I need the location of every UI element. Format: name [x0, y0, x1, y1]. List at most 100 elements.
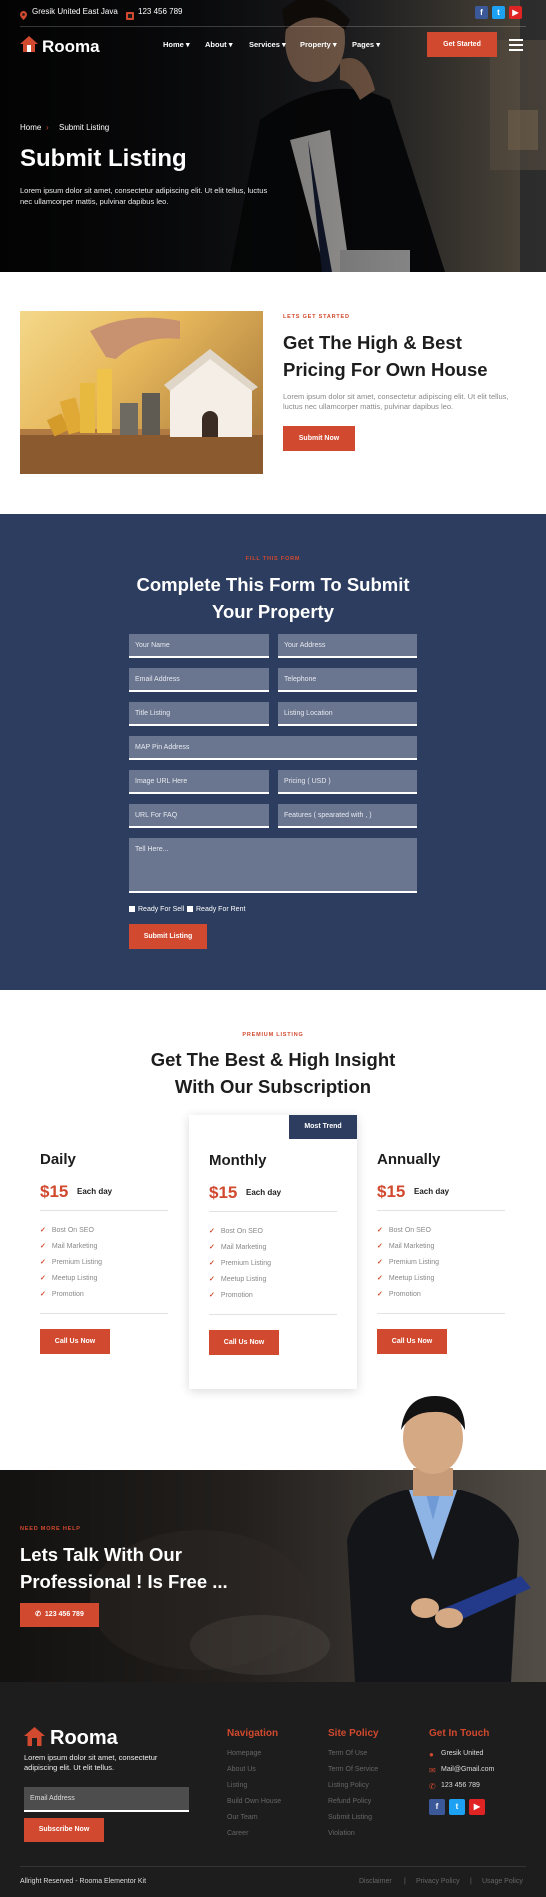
twitter-icon[interactable]: t [449, 1799, 465, 1815]
footer-description: Lorem ipsum dolor sit amet, consectetur … [24, 1753, 158, 1772]
footer-link[interactable]: Listing Policy [328, 1782, 369, 1789]
cta-title-line2: Professional ! Is Free ... [20, 1571, 228, 1592]
footer-contact-email[interactable]: Mail@Gmail.com [441, 1766, 494, 1773]
footer-link[interactable]: Homepage [227, 1750, 261, 1757]
intro-title-line2: Pricing For Own House [283, 359, 488, 380]
footer-contact-title: Get In Touch [429, 1728, 490, 1739]
footer-link[interactable]: About Us [227, 1766, 256, 1773]
footer-link[interactable]: Build Own House [227, 1798, 281, 1805]
call-us-button-monthly[interactable]: Call Us Now [209, 1330, 279, 1355]
check-icon: ✓ [209, 1292, 215, 1299]
facebook-icon[interactable]: f [475, 6, 488, 19]
ready-for-sell-checkbox[interactable]: Ready For Sell [129, 906, 184, 913]
divider [377, 1313, 505, 1314]
brand-logo[interactable]: Rooma [42, 37, 100, 57]
check-icon: ✓ [40, 1291, 46, 1298]
subscribe-button[interactable]: Subscribe Now [24, 1818, 104, 1842]
topbar-phone: 123 456 789 [138, 7, 183, 16]
twitter-icon[interactable]: t [492, 6, 505, 19]
intro-eyebrow: LETS GET STARTED [283, 314, 350, 320]
check-icon: ✓ [40, 1259, 46, 1266]
nav-property[interactable]: Property ▾ [300, 40, 337, 49]
footer-link[interactable]: Submit Listing [328, 1814, 372, 1821]
plan-name-monthly: Monthly [209, 1152, 267, 1169]
footer-contact-address: Gresik United [441, 1750, 484, 1757]
get-started-button[interactable]: Get Started [427, 32, 497, 57]
submit-now-button[interactable]: Submit Now [283, 426, 355, 451]
divider [40, 1210, 168, 1211]
plan-price-daily: $15 [40, 1182, 69, 1201]
pricing-input[interactable]: Pricing ( USD ) [278, 770, 417, 794]
submit-listing-button[interactable]: Submit Listing [129, 924, 207, 949]
check-icon: ✓ [377, 1243, 383, 1250]
phone-icon: ✆ [35, 1611, 42, 1618]
map-pin-input[interactable]: MAP Pin Address [129, 736, 417, 760]
pricing-title-line2: With Our Subscription [174, 1076, 372, 1097]
footer-policy-title: Site Policy [328, 1728, 379, 1739]
house-investment-image [20, 311, 263, 474]
check-icon: ✓ [40, 1275, 46, 1282]
footer-link[interactable]: Career [227, 1830, 248, 1837]
ready-for-rent-checkbox[interactable]: Ready For Rent [187, 906, 245, 913]
check-icon: ✓ [377, 1227, 383, 1234]
plan-name-annually: Annually [377, 1151, 441, 1168]
footer-navigation-title: Navigation [227, 1728, 279, 1739]
divider [40, 1313, 168, 1314]
plan-period-monthly: Each day [246, 1188, 282, 1197]
feature-item: ✓ Promotion [40, 1291, 84, 1298]
youtube-icon[interactable]: ▶ [509, 6, 522, 19]
name-input[interactable]: Your Name [129, 634, 269, 658]
feature-item: ✓ Meetup Listing [209, 1276, 267, 1283]
call-us-button-annually[interactable]: Call Us Now [377, 1329, 447, 1354]
disclaimer-link[interactable]: Disclaimer [359, 1878, 392, 1885]
nav-pages[interactable]: Pages ▾ [352, 40, 380, 49]
email-input[interactable]: Email Address [129, 668, 269, 692]
check-icon: ✓ [377, 1275, 383, 1282]
nav-home[interactable]: Home ▾ [163, 40, 190, 49]
nav-about[interactable]: About ▾ [205, 40, 233, 49]
businessman-photo [347, 1396, 531, 1682]
check-icon: ✓ [209, 1228, 215, 1235]
plan-period-annually: Each day [414, 1187, 450, 1196]
form-title-line1: Complete This Form To Submit [136, 574, 410, 595]
breadcrumb-home[interactable]: Home [20, 123, 41, 132]
feature-item: ✓ Meetup Listing [377, 1275, 435, 1282]
feature-item: ✓ Bost On SEO [40, 1227, 94, 1234]
mail-icon: ✉ [429, 1766, 436, 1775]
listing-location-input[interactable]: Listing Location [278, 702, 417, 726]
separator: | [404, 1878, 406, 1885]
footer-divider [20, 1866, 526, 1867]
call-us-button-daily[interactable]: Call Us Now [40, 1329, 110, 1354]
footer-brand-logo[interactable]: Rooma [50, 1727, 118, 1750]
phone-icon [126, 7, 134, 25]
nav-services[interactable]: Services ▾ [249, 40, 286, 49]
intro-title-line1: Get The High & Best [283, 332, 462, 353]
faq-url-input[interactable]: URL For FAQ [129, 804, 269, 828]
footer-link[interactable]: Our Team [227, 1814, 258, 1821]
footer-link[interactable]: Listing [227, 1782, 247, 1789]
footer-email-input[interactable]: Email Address [24, 1787, 189, 1812]
image-url-input[interactable]: Image URL Here [129, 770, 269, 794]
check-icon: ✓ [40, 1227, 46, 1234]
facebook-icon[interactable]: f [429, 1799, 445, 1815]
features-input[interactable]: Features ( spearated with , ) [278, 804, 417, 828]
cta-phone-button[interactable]: ✆ 123 456 789 [20, 1603, 99, 1627]
footer-link[interactable]: Term Of Use [328, 1750, 367, 1757]
intro-description: Lorem ipsum dolor sit amet, consectetur … [283, 392, 509, 411]
title-listing-input[interactable]: Title Listing [129, 702, 269, 726]
message-textarea[interactable]: Tell Here... [129, 838, 417, 893]
feature-item: ✓ Promotion [209, 1292, 253, 1299]
feature-item: ✓ Promotion [377, 1291, 421, 1298]
footer-link[interactable]: Refund Policy [328, 1798, 371, 1805]
breadcrumb-current: Submit Listing [59, 123, 110, 132]
telephone-input[interactable]: Telephone [278, 668, 417, 692]
youtube-icon[interactable]: ▶ [469, 1799, 485, 1815]
house-logo-icon [20, 36, 38, 57]
footer-link[interactable]: Violation [328, 1830, 355, 1837]
topbar-divider [20, 26, 526, 27]
address-input[interactable]: Your Address [278, 634, 417, 658]
usage-policy-link[interactable]: Usage Policy [482, 1878, 523, 1885]
footer-link[interactable]: Term Of Service [328, 1766, 378, 1773]
privacy-policy-link[interactable]: Privacy Policy [416, 1878, 460, 1885]
hamburger-menu-icon[interactable] [509, 38, 523, 56]
